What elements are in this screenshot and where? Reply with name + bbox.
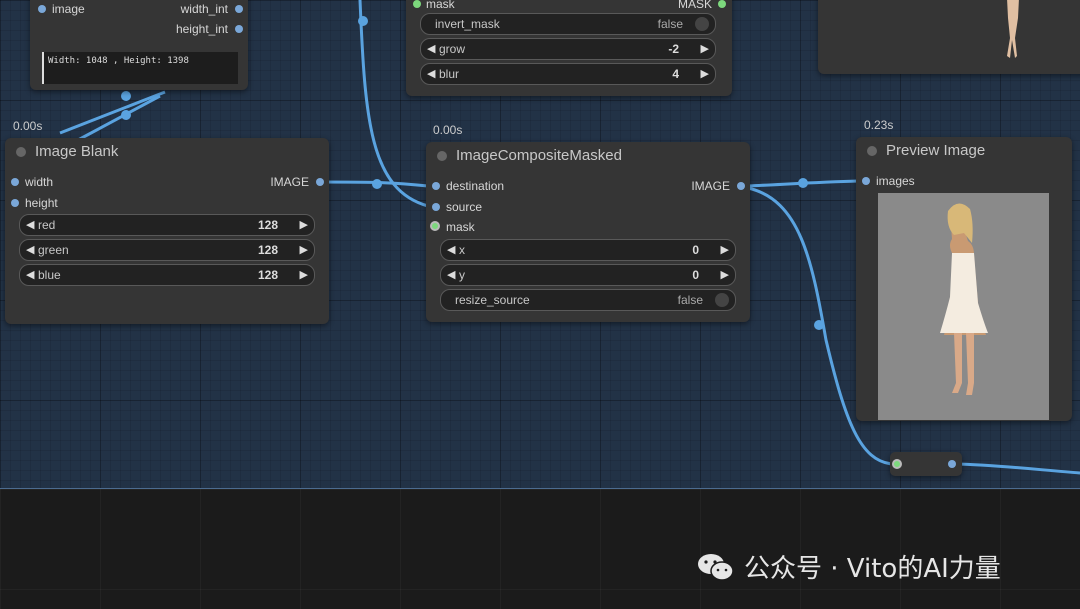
decrement-arrow-icon[interactable]: ◀: [26, 215, 34, 235]
input-slot-source[interactable]: [432, 203, 440, 211]
reroute-input-slot[interactable]: [892, 459, 902, 469]
y-label: y: [459, 268, 465, 282]
image-blank-title-text: Image Blank: [35, 143, 119, 160]
grow-mask-node[interactable]: mask MASK invert_mask false ◀ grow -2 ▶ …: [406, 0, 732, 96]
red-label: red: [38, 218, 56, 232]
watermark-text: 公众号 · Vito的AI力量: [744, 554, 1001, 584]
output-label-mask: MASK: [677, 0, 712, 11]
image-blank-exec-time: 0.00s: [13, 119, 43, 133]
output-label-image: IMAGE: [691, 179, 730, 193]
input-label-height: height: [25, 196, 58, 210]
increment-arrow-icon[interactable]: ▶: [300, 240, 308, 260]
green-stepper[interactable]: ◀ green 128 ▶: [19, 239, 315, 261]
increment-arrow-icon[interactable]: ▶: [721, 265, 729, 285]
collapse-dot-icon[interactable]: [437, 151, 447, 161]
input-slot-mask[interactable]: [430, 221, 440, 231]
grow-stepper[interactable]: ◀ grow -2 ▶: [420, 38, 716, 60]
red-value: 128: [257, 218, 278, 232]
preview-title[interactable]: Preview Image: [856, 137, 1072, 165]
toggle-knob: [695, 17, 709, 31]
x-stepper[interactable]: ◀ x 0 ▶: [440, 239, 736, 261]
preview-title-text: Preview Image: [886, 142, 986, 159]
composite-exec-time: 0.00s: [433, 123, 463, 137]
output-slot-mask[interactable]: [718, 0, 726, 8]
input-label-destination: destination: [446, 179, 505, 193]
decrement-arrow-icon[interactable]: ◀: [26, 265, 34, 285]
preview-exec-time: 0.23s: [864, 118, 894, 132]
person-image-thumbnail: [1007, 0, 1019, 58]
toggle-knob: [715, 293, 729, 307]
blue-label: blue: [38, 268, 61, 282]
wechat-icon: [698, 553, 734, 581]
y-stepper[interactable]: ◀ y 0 ▶: [440, 264, 736, 286]
resize-source-toggle[interactable]: resize_source false: [440, 289, 736, 311]
decrement-arrow-icon[interactable]: ◀: [427, 64, 435, 84]
input-slot-mask[interactable]: [413, 0, 421, 8]
output-slot-width-int[interactable]: [235, 5, 243, 13]
collapse-dot-icon[interactable]: [867, 146, 877, 156]
output-label-image: IMAGE: [270, 175, 309, 189]
input-label-images: images: [876, 174, 915, 188]
composite-title[interactable]: ImageCompositeMasked: [426, 142, 750, 170]
blue-value: 128: [257, 268, 278, 282]
input-slot-images[interactable]: [862, 177, 870, 185]
green-label: green: [38, 243, 69, 257]
image-size-node[interactable]: image width_int height_int Width: 1048 ,…: [30, 0, 248, 90]
blur-value: 4: [672, 67, 679, 81]
person-figure-image: [940, 203, 988, 395]
resize-source-label: resize_source: [455, 293, 530, 307]
top-image-preview-node[interactable]: [818, 0, 1080, 74]
invert-mask-toggle[interactable]: invert_mask false: [420, 13, 716, 35]
decrement-arrow-icon[interactable]: ◀: [26, 240, 34, 260]
size-text-output[interactable]: Width: 1048 , Height: 1398: [42, 52, 238, 84]
grow-value: -2: [668, 42, 679, 56]
output-slot-height-int[interactable]: [235, 25, 243, 33]
blur-label: blur: [439, 67, 460, 81]
input-slot-width[interactable]: [11, 178, 19, 186]
increment-arrow-icon[interactable]: ▶: [701, 39, 709, 59]
input-slot-height[interactable]: [11, 199, 19, 207]
preview-output-image[interactable]: [878, 193, 1049, 420]
increment-arrow-icon[interactable]: ▶: [701, 64, 709, 84]
input-label-image: image: [52, 2, 85, 16]
decrement-arrow-icon[interactable]: ◀: [447, 265, 455, 285]
watermark: 公众号 · Vito的AI力量: [696, 548, 1001, 585]
input-label-source: source: [446, 200, 483, 214]
composite-title-text: ImageCompositeMasked: [456, 147, 622, 164]
invert-mask-value: false: [657, 17, 683, 31]
output-label-width-int: width_int: [180, 2, 228, 16]
preview-image-node[interactable]: Preview Image images: [856, 137, 1072, 421]
input-slot-image[interactable]: [38, 5, 46, 13]
output-slot-image[interactable]: [316, 178, 324, 186]
resize-source-value: false: [677, 293, 703, 307]
increment-arrow-icon[interactable]: ▶: [721, 240, 729, 260]
decrement-arrow-icon[interactable]: ◀: [427, 39, 435, 59]
input-label-mask: mask: [446, 220, 475, 234]
green-value: 128: [257, 243, 278, 257]
x-label: x: [459, 243, 465, 257]
collapse-dot-icon[interactable]: [16, 147, 26, 157]
y-value: 0: [692, 268, 699, 282]
reroute-output-slot[interactable]: [948, 460, 956, 468]
output-label-height-int: height_int: [175, 22, 228, 36]
input-label-width: width: [25, 175, 54, 189]
increment-arrow-icon[interactable]: ▶: [300, 215, 308, 235]
x-value: 0: [692, 243, 699, 257]
blur-stepper[interactable]: ◀ blur 4 ▶: [420, 63, 716, 85]
image-composite-masked-node[interactable]: ImageCompositeMasked destination source …: [426, 142, 750, 322]
input-label-mask: mask: [426, 0, 455, 11]
increment-arrow-icon[interactable]: ▶: [300, 265, 308, 285]
decrement-arrow-icon[interactable]: ◀: [447, 240, 455, 260]
input-slot-destination[interactable]: [432, 182, 440, 190]
reroute-node[interactable]: [890, 452, 962, 476]
image-blank-title[interactable]: Image Blank: [5, 138, 329, 166]
blue-stepper[interactable]: ◀ blue 128 ▶: [19, 264, 315, 286]
grow-label: grow: [439, 42, 466, 56]
invert-mask-label: invert_mask: [435, 17, 500, 31]
image-blank-node[interactable]: Image Blank width height IMAGE ◀ red 128…: [5, 138, 329, 324]
output-slot-image[interactable]: [737, 182, 745, 190]
red-stepper[interactable]: ◀ red 128 ▶: [19, 214, 315, 236]
